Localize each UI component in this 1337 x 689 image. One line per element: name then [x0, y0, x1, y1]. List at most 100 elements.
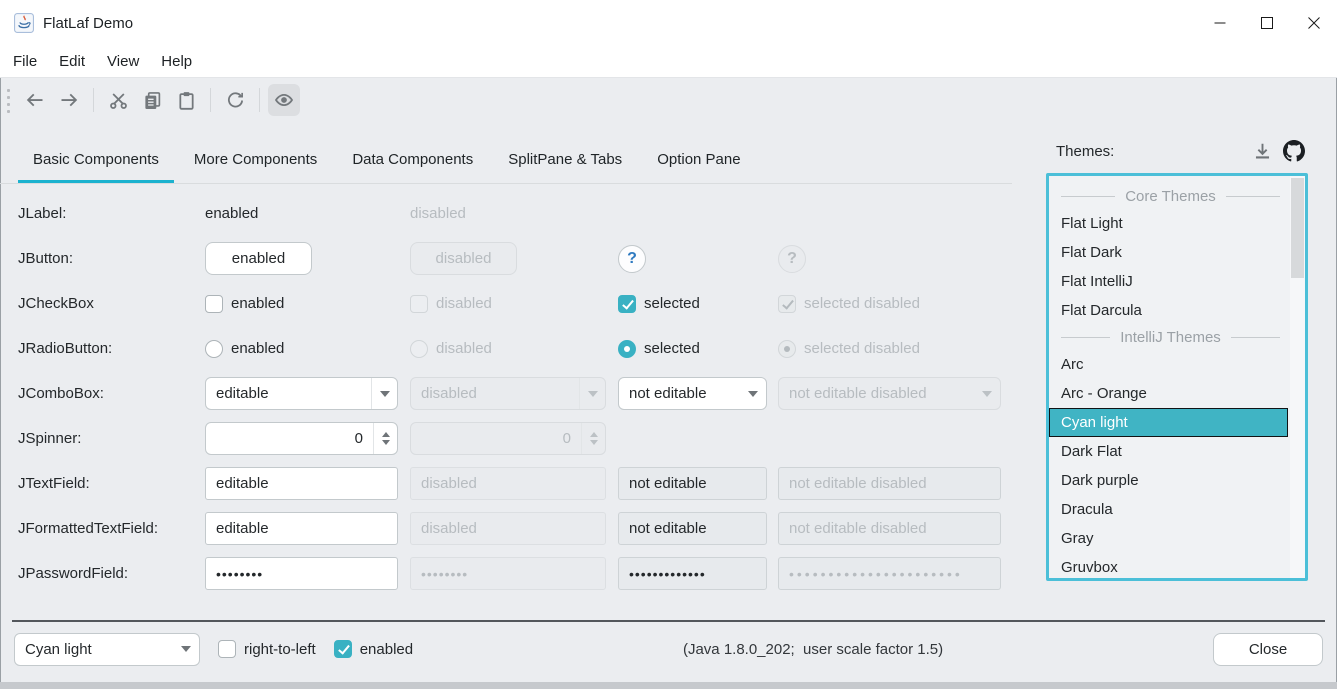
- tab-more-components[interactable]: More Components: [179, 138, 332, 183]
- refresh-icon: [226, 91, 245, 110]
- theme-item-gruvbox[interactable]: Gruvbox: [1049, 553, 1288, 581]
- chevron-down-icon: [380, 391, 390, 397]
- toolbar-separator: [210, 88, 211, 112]
- combobox-editable[interactable]: editable: [205, 377, 398, 410]
- forward-button[interactable]: [53, 84, 85, 116]
- theme-item-gray[interactable]: Gray: [1049, 524, 1288, 553]
- menu-file[interactable]: File: [2, 46, 48, 77]
- menubar: File Edit View Help: [0, 46, 1337, 78]
- combobox-arrow-button[interactable]: [740, 378, 766, 409]
- jcombobox-row-label: JComboBox:: [18, 385, 205, 402]
- formatted-textfield-not-editable: not editable: [618, 512, 767, 545]
- cut-icon: [109, 91, 128, 110]
- checkbox-checked-icon: [618, 295, 636, 313]
- toolbar-grip-handle[interactable]: [5, 87, 12, 113]
- chevron-down-icon: [748, 391, 758, 397]
- theme-item-cyan-light-selected[interactable]: Cyan light: [1049, 408, 1288, 437]
- close-icon: [1308, 17, 1320, 29]
- spinner-up-icon: [382, 432, 390, 437]
- tab-splitpane-tabs[interactable]: SplitPane & Tabs: [493, 138, 637, 183]
- jbutton-row-label: JButton:: [18, 250, 205, 267]
- close-button[interactable]: Close: [1213, 633, 1323, 666]
- passwordfield-disabled: ••••••••: [410, 557, 606, 590]
- theme-item-arc-orange[interactable]: Arc - Orange: [1049, 379, 1288, 408]
- checkbox-selected-disabled: selected disabled: [778, 295, 920, 313]
- spinner-disabled: 0: [410, 422, 606, 455]
- help-button-disabled: ?: [778, 245, 806, 273]
- show-hide-toggle-button[interactable]: [268, 84, 300, 116]
- spinner-buttons[interactable]: [373, 423, 397, 454]
- spinner-down-icon: [590, 440, 598, 445]
- spinner-enabled[interactable]: 0: [205, 422, 398, 455]
- spinner-up-icon: [590, 432, 598, 437]
- radio-selected[interactable]: selected: [618, 340, 700, 358]
- passwordfield-editable[interactable]: ••••••••: [205, 557, 398, 590]
- theme-item-flat-darcula[interactable]: Flat Darcula: [1049, 296, 1288, 325]
- menu-help[interactable]: Help: [150, 46, 203, 77]
- minimize-button[interactable]: [1196, 0, 1243, 46]
- look-and-feel-combobox[interactable]: Cyan light: [14, 633, 200, 666]
- window: FlatLaf Demo File Edit View Help: [0, 0, 1337, 689]
- radio-disabled: disabled: [410, 340, 492, 358]
- formatted-textfield-editable[interactable]: editable: [205, 512, 398, 545]
- textfield-disabled: disabled: [410, 467, 606, 500]
- checkbox-icon: [218, 640, 236, 658]
- theme-item-dracula[interactable]: Dracula: [1049, 495, 1288, 524]
- titlebar: FlatLaf Demo: [0, 0, 1337, 46]
- back-button[interactable]: [19, 84, 51, 116]
- theme-item-dark-flat[interactable]: Dark Flat: [1049, 437, 1288, 466]
- menu-view[interactable]: View: [96, 46, 150, 77]
- java-version-info: (Java 1.8.0_202; user scale factor 1.5): [431, 641, 1195, 658]
- combobox-arrow-button[interactable]: [371, 378, 397, 409]
- spinner-down-icon: [382, 440, 390, 445]
- theme-item-dark-purple[interactable]: Dark purple: [1049, 466, 1288, 495]
- download-button[interactable]: [1250, 139, 1274, 163]
- paste-button[interactable]: [170, 84, 202, 116]
- formatted-textfield-disabled: disabled: [410, 512, 606, 545]
- textfield-not-editable: not editable: [618, 467, 767, 500]
- github-icon: [1283, 140, 1305, 162]
- combobox-not-editable-disabled: not editable disabled: [778, 377, 1001, 410]
- spinner-buttons: [581, 423, 605, 454]
- theme-item-flat-intellij[interactable]: Flat IntelliJ: [1049, 267, 1288, 296]
- checkbox-enabled[interactable]: enabled: [205, 295, 284, 313]
- toolbar-separator: [259, 88, 260, 112]
- window-controls: [1196, 0, 1337, 46]
- tab-basic-components[interactable]: Basic Components: [18, 138, 174, 183]
- maximize-button[interactable]: [1243, 0, 1290, 46]
- scrollbar-thumb[interactable]: [1291, 178, 1304, 278]
- tab-option-pane[interactable]: Option Pane: [642, 138, 755, 183]
- checkbox-selected[interactable]: selected: [618, 295, 700, 313]
- radio-enabled[interactable]: enabled: [205, 340, 284, 358]
- paste-icon: [177, 91, 196, 110]
- checkbox-icon: [410, 295, 428, 313]
- jbutton-enabled[interactable]: enabled: [205, 242, 312, 275]
- radio-selected-disabled: selected disabled: [778, 340, 920, 358]
- textfield-editable[interactable]: editable: [205, 467, 398, 500]
- combobox-not-editable[interactable]: not editable: [618, 377, 767, 410]
- right-to-left-checkbox[interactable]: right-to-left: [218, 640, 316, 658]
- refresh-button[interactable]: [219, 84, 251, 116]
- theme-item-flat-dark[interactable]: Flat Dark: [1049, 238, 1288, 267]
- menu-edit[interactable]: Edit: [48, 46, 96, 77]
- combobox-arrow-button[interactable]: [173, 634, 199, 665]
- help-button[interactable]: ?: [618, 245, 646, 273]
- combobox-arrow-button: [974, 378, 1000, 409]
- github-button[interactable]: [1282, 139, 1306, 163]
- theme-item-flat-light[interactable]: Flat Light: [1049, 209, 1288, 238]
- copy-button[interactable]: [136, 84, 168, 116]
- back-icon: [25, 90, 45, 110]
- java-cup-icon: [14, 13, 34, 33]
- themes-scrollbar[interactable]: [1290, 176, 1305, 578]
- jlabel-disabled: disabled: [410, 205, 466, 222]
- radio-icon: [205, 340, 223, 358]
- jlabel-enabled: enabled: [205, 205, 258, 222]
- combobox-arrow-button: [579, 378, 605, 409]
- theme-item-arc[interactable]: Arc: [1049, 350, 1288, 379]
- checkbox-disabled: disabled: [410, 295, 492, 313]
- cut-button[interactable]: [102, 84, 134, 116]
- jformattedtextfield-row-label: JFormattedTextField:: [18, 520, 205, 537]
- enabled-checkbox[interactable]: enabled: [334, 640, 413, 658]
- tab-data-components[interactable]: Data Components: [337, 138, 488, 183]
- close-window-button[interactable]: [1290, 0, 1337, 46]
